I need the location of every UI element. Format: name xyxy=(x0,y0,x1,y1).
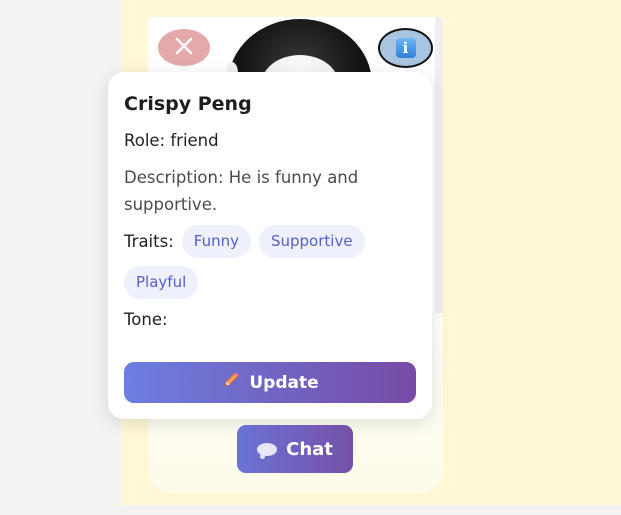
traits-row: Traits: Funny Supportive Playful xyxy=(124,225,416,299)
close-icon xyxy=(174,36,194,60)
character-name: Crispy Peng xyxy=(124,93,252,115)
description-text: Description: He is funny and supportive. xyxy=(124,168,359,214)
character-info-popover: Crispy Peng Role: friend Description: He… xyxy=(108,72,432,419)
info-icon: i xyxy=(395,38,416,58)
photo-edge xyxy=(435,17,443,313)
info-button[interactable]: i xyxy=(378,28,433,68)
tone-text: Tone: xyxy=(124,310,168,329)
speech-bubble-icon xyxy=(257,442,278,459)
update-button-label: Update xyxy=(249,372,319,393)
trait-chip: Playful xyxy=(124,266,199,299)
role-text: Role: friend xyxy=(124,131,219,150)
traits-label: Traits: xyxy=(124,231,174,251)
update-button[interactable]: Update xyxy=(124,362,416,403)
close-button[interactable] xyxy=(158,29,210,66)
trait-chip: Funny xyxy=(181,225,251,258)
pencil-icon xyxy=(221,370,241,395)
chat-button-label: Chat xyxy=(286,438,333,460)
chat-button[interactable]: Chat xyxy=(237,425,353,473)
trait-chip: Supportive xyxy=(258,225,365,258)
